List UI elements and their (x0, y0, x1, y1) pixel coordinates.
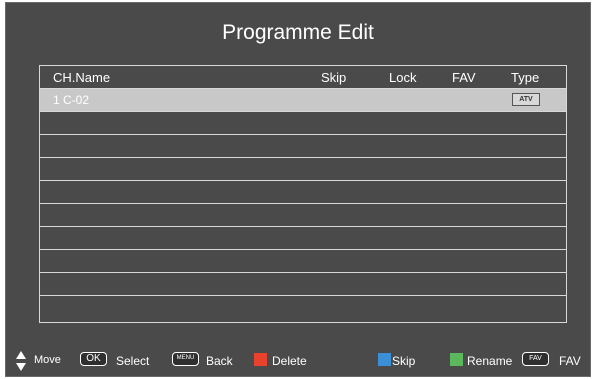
back-label: Back (206, 354, 233, 368)
table-row[interactable] (40, 157, 566, 180)
fav-key-icon: FAV (522, 352, 549, 366)
page-title: Programme Edit (222, 21, 374, 44)
channel-table: CH.Name Skip Lock FAV Type 1 C-02 ATV (39, 65, 567, 323)
blue-key-icon (378, 353, 391, 366)
table-row[interactable] (40, 111, 566, 134)
select-label: Select (116, 354, 150, 368)
footer-help-bar: Move OK Select MENU Back Delete Skip Ren… (6, 351, 590, 371)
col-fav: FAV (452, 70, 476, 85)
table-header: CH.Name Skip Lock FAV Type (40, 66, 566, 88)
table-row[interactable]: 1 C-02 ATV (40, 88, 566, 111)
menu-key-icon: MENU (172, 352, 199, 366)
rename-label: Rename (467, 354, 513, 368)
col-type: Type (511, 70, 540, 85)
table-row[interactable] (40, 295, 566, 318)
table-row[interactable] (40, 272, 566, 295)
table-row[interactable] (40, 134, 566, 157)
table-row[interactable] (40, 203, 566, 226)
col-skip: Skip (321, 70, 347, 85)
col-ch-name: CH.Name (53, 70, 111, 85)
delete-label: Delete (272, 354, 307, 368)
fav-label: FAV (559, 354, 581, 368)
skip-label: Skip (392, 354, 416, 368)
ok-key-icon: OK (80, 352, 107, 366)
table-row[interactable] (40, 180, 566, 203)
type-badge: ATV (512, 93, 540, 106)
red-key-icon (254, 353, 267, 366)
move-label: Move (34, 354, 61, 366)
green-key-icon (450, 353, 463, 366)
table-row[interactable] (40, 249, 566, 272)
channel-name: 1 C-02 (53, 93, 90, 107)
programme-edit-screen: Programme Edit CH.Name Skip Lock FAV Typ… (5, 2, 591, 377)
table-row[interactable] (40, 226, 566, 249)
up-down-arrow-icon (16, 351, 26, 371)
col-lock: Lock (389, 70, 417, 85)
